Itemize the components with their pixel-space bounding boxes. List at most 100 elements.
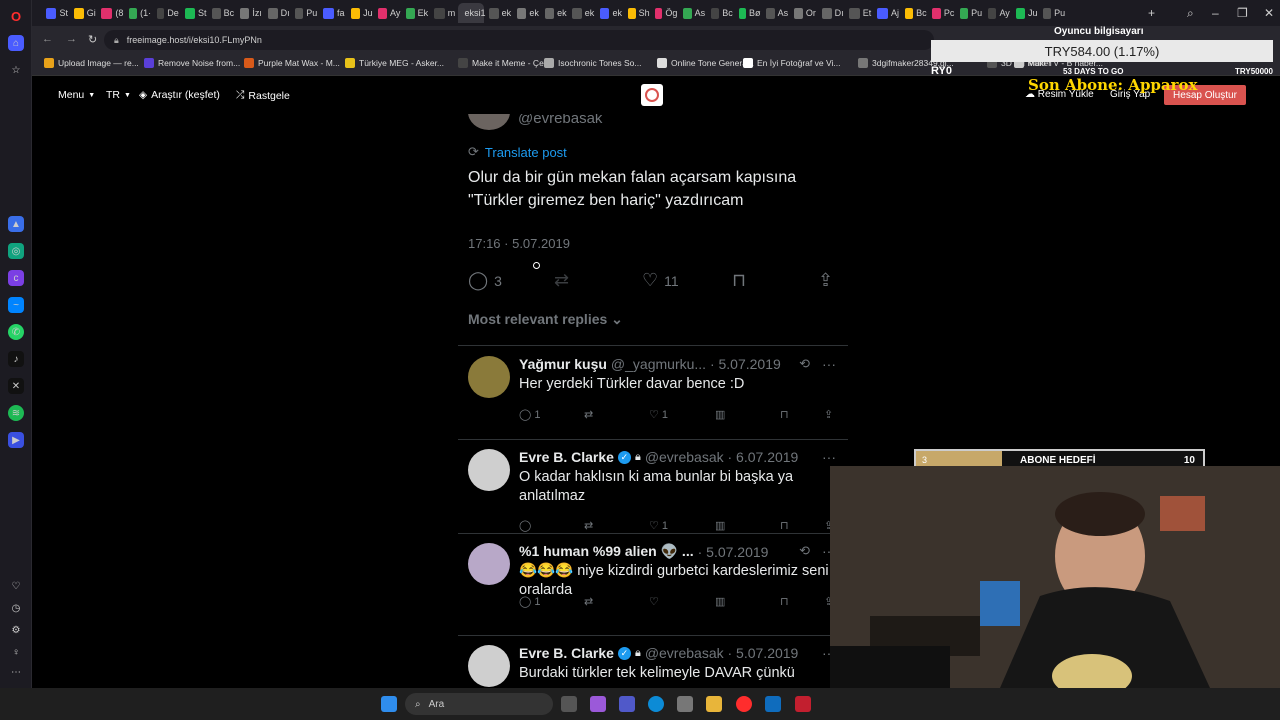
chatgpt-icon[interactable]: ◎ [8,243,24,259]
tiktok-icon[interactable]: ♪ [8,351,24,367]
browser-tab[interactable]: İzı [236,3,262,23]
browser-tab[interactable]: As [679,3,705,23]
random-link[interactable]: ⤮ Rastgele [236,89,290,102]
browser-tab[interactable]: Or [790,3,816,23]
browser-tab[interactable]: Gi [70,3,96,23]
translate-link[interactable]: ⟳ Translate post [468,144,567,160]
views-action[interactable]: ▥ [715,408,725,421]
reply-action[interactable]: ◯ 1 [519,595,540,609]
browser-tab[interactable]: Bc [707,3,733,23]
browser-tab[interactable]: ek [541,3,567,23]
reply-action[interactable]: ◯ 3 [468,270,502,291]
retweet-action[interactable]: ⇄ [584,595,593,608]
grok-icon[interactable]: ⟲ [799,543,810,559]
copilot-icon[interactable] [590,696,606,712]
views-action[interactable]: ▥ [715,595,725,608]
grok-icon[interactable]: ⟲ [799,356,810,372]
close-icon[interactable]: ✕ [1264,6,1274,20]
reload-icon[interactable]: ↻ [88,33,97,46]
back-icon[interactable]: ← [42,33,53,45]
like-action[interactable]: ♡ 1 [649,408,668,422]
bookmark-item[interactable]: Türkiye MEG - Asker... [345,58,444,68]
bookmark-item[interactable]: Remove Noise from... [144,58,240,68]
browser-tab[interactable]: Ay [374,3,400,23]
browser-tab[interactable]: ek [513,3,539,23]
browser-tab[interactable]: ek [596,3,622,23]
browser-tab[interactable]: m [430,3,456,23]
reply-item[interactable]: Evre B. Clarke ✓ 🔒︎ @evrebasak · 5.07.2019 ·… [458,635,848,688]
bookmark-item[interactable]: Make it Meme - Çev... [458,58,555,68]
share-action[interactable]: ⇪ [824,408,833,421]
browser-tab[interactable]: Pu [291,3,317,23]
browser-tab[interactable]: Ay [984,3,1010,23]
like-action[interactable]: ♡ 1 [649,519,668,533]
heart-icon[interactable]: ♡ [8,578,24,594]
avatar[interactable] [468,356,510,398]
browser-tab[interactable]: Bc [901,3,927,23]
browser-tab[interactable]: Et [845,3,871,23]
browser-tab[interactable]: Pu [956,3,982,23]
retweet-action[interactable]: ⇄ [584,408,593,421]
avatar[interactable] [468,645,510,687]
opera-icon[interactable] [736,696,752,712]
browser-tab[interactable]: (8 [97,3,123,23]
messenger-icon[interactable]: ~ [8,297,24,313]
browser-tab[interactable]: Ög [651,3,677,23]
browser-tab[interactable]: Ju [1012,3,1038,23]
minimize-icon[interactable]: – [1212,6,1219,20]
player-icon[interactable]: ▶ [8,432,24,448]
aria-icon[interactable]: ▲ [8,216,24,232]
more-options-icon[interactable]: ··· [822,449,836,465]
reply-item[interactable]: Evre B. Clarke ✓ 🔒︎ @evrebasak · 6.07.2019 ·… [458,439,848,533]
browser-tab[interactable]: As [762,3,788,23]
browser-tab[interactable]: Pu [1039,3,1065,23]
new-tab-icon[interactable]: + [1148,6,1155,20]
forward-icon[interactable]: → [66,33,77,45]
task-view-icon[interactable] [561,696,577,712]
bookmark-action[interactable]: ⊓ [780,595,789,608]
search-icon[interactable]: ⌕ [1187,6,1194,21]
bookmark-item[interactable]: Upload Image — re... [44,58,139,68]
history-icon[interactable]: ◷ [8,600,24,616]
menu-button[interactable]: Menu ▼ [58,89,95,101]
folder-icon[interactable] [706,696,722,712]
browser-tab[interactable]: Aj [873,3,899,23]
reply-author[interactable]: %1 human %99 alien 👽 ... [519,543,694,560]
reply-item[interactable]: Yağmur kuşu @_yagmurku... · 5.07.2019 ⟲ ···… [458,346,848,439]
browser-tab[interactable]: Bc [208,3,234,23]
bookmark-item[interactable]: Purple Mat Wax - M... [244,58,340,68]
browser-tab[interactable]: Bø [735,3,761,23]
reply-item[interactable]: %1 human %99 alien 👽 ... · 5.07.2019 ⟲ ··· 😂… [458,533,848,635]
browser-tab[interactable]: Sh [624,3,650,23]
explore-link[interactable]: ◈ Araştır (keşfet) [139,89,220,101]
avatar[interactable] [468,449,510,491]
browser-tab[interactable]: Ek [402,3,428,23]
bookmark-item[interactable]: Online Tone Genera... [657,58,754,68]
bookmark-action[interactable]: ⊓ [732,270,746,291]
browser-tab[interactable]: Ju [347,3,373,23]
retweet-action[interactable]: ⇄ [554,270,569,291]
reply-author[interactable]: Yağmur kuşu [519,356,607,372]
browser-tab[interactable]: Dı [818,3,844,23]
restore-icon[interactable]: ❐ [1237,6,1248,20]
reply-action[interactable]: ◯ [519,519,534,532]
avatar[interactable] [468,543,510,585]
like-action[interactable]: ♡ 11 [642,270,679,291]
outlook-icon[interactable] [765,696,781,712]
spotify-icon[interactable]: ≋ [8,405,24,421]
wps-icon[interactable] [795,696,811,712]
opera-logo-icon[interactable]: O [8,8,24,24]
bookmark-item[interactable]: En İyi Fotoğraf ve Vi... [743,58,840,68]
share-action[interactable]: ⇪ [818,270,833,291]
browser-tab[interactable]: St [42,3,68,23]
site-logo[interactable] [641,84,663,106]
views-action[interactable]: ▥ [715,519,725,532]
whatsapp-icon[interactable]: ✆ [8,324,24,340]
bookmark-action[interactable]: ⊓ [780,408,789,421]
language-button[interactable]: TR ▼ [106,89,131,101]
edge-icon[interactable] [648,696,664,712]
more-options-icon[interactable]: ··· [822,356,836,372]
windows-start-icon[interactable] [381,696,397,712]
browser-tab[interactable]: Dı [264,3,290,23]
x-icon[interactable]: ✕ [8,378,24,394]
